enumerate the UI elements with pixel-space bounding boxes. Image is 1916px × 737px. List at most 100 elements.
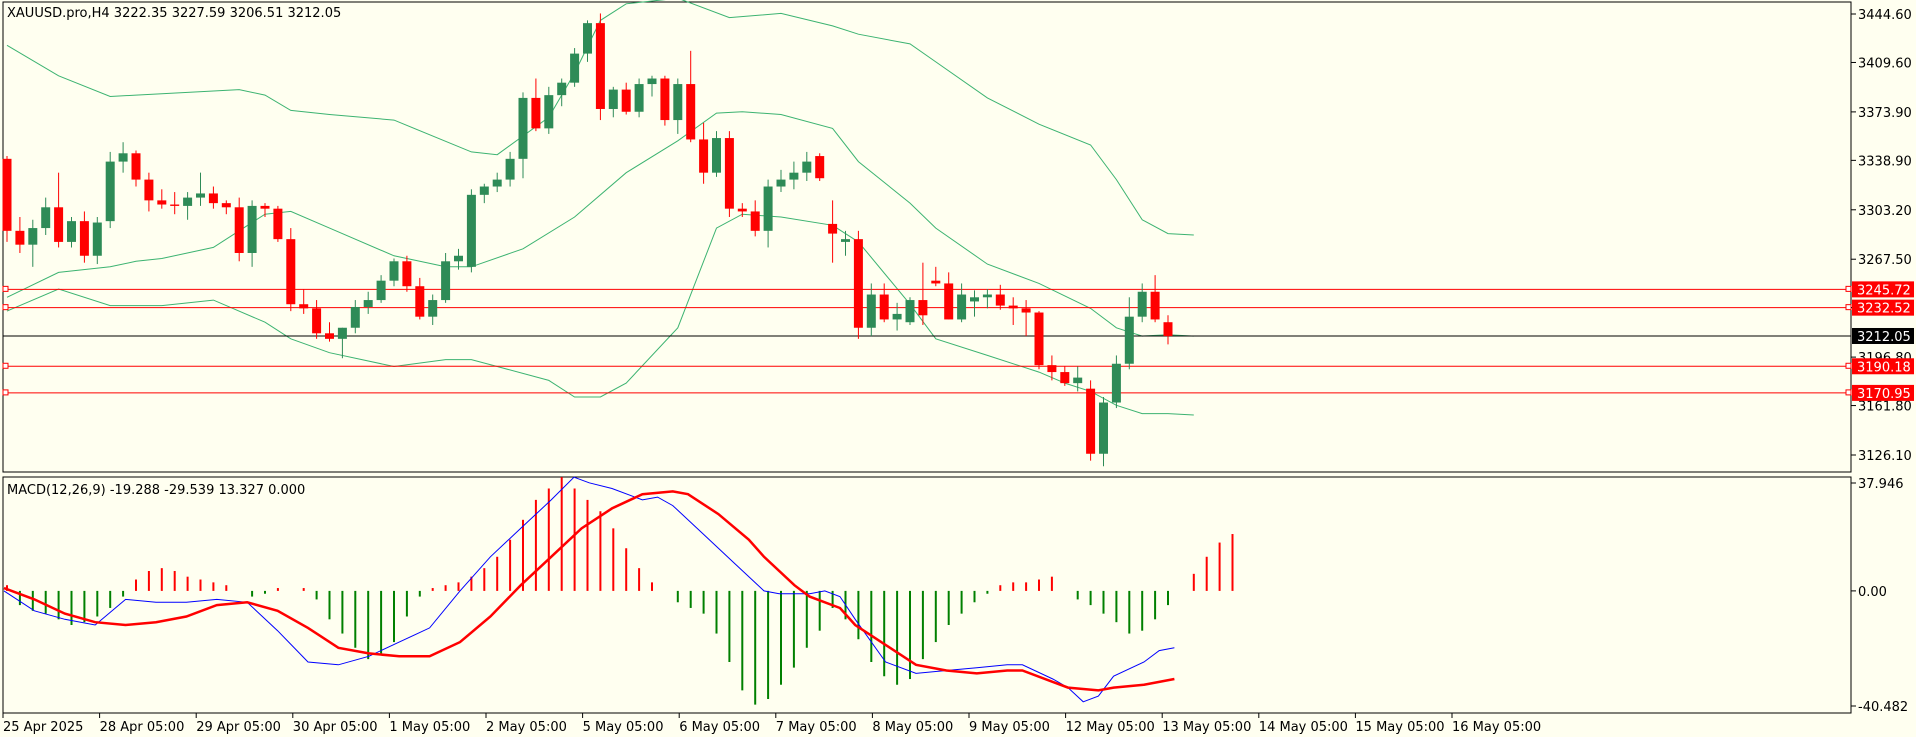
bear-candle <box>312 308 322 334</box>
bear-candle <box>299 304 309 309</box>
bear-candle <box>1047 365 1057 373</box>
bull-candle <box>196 193 205 198</box>
bull-candle <box>105 161 115 222</box>
bull-candle <box>337 327 347 339</box>
bull-candle <box>505 158 515 180</box>
price-tag-label: 3170.95 <box>1857 387 1911 402</box>
symbol-header: XAUUSD.pro,H4 3222.35 3227.59 3206.51 32… <box>7 6 341 21</box>
bear-candle <box>621 89 631 112</box>
bear-candle <box>853 239 863 328</box>
level-marker-left <box>2 285 9 292</box>
bull-candle <box>518 97 528 159</box>
bull-candle <box>905 300 915 323</box>
bear-candle <box>595 23 605 109</box>
bull-candle <box>441 261 451 301</box>
bear-candle <box>879 294 889 320</box>
bear-candle <box>325 333 334 339</box>
bull-candle <box>970 297 979 302</box>
time-tick-label: 28 Apr 05:00 <box>100 720 185 735</box>
bear-candle <box>286 239 296 305</box>
bear-candle <box>79 221 89 256</box>
bull-candle <box>389 261 399 281</box>
bear-candle <box>931 280 941 284</box>
price-tick-label: 3338.90 <box>1858 154 1912 169</box>
time-tick-label: 16 May 05:00 <box>1452 720 1541 735</box>
bear-candle <box>144 179 154 201</box>
bull-candle <box>1073 377 1083 384</box>
level-marker-right <box>1845 285 1852 292</box>
bear-candle <box>995 294 1005 306</box>
price-tick-label: 3267.50 <box>1858 253 1912 268</box>
time-tick-label: 9 May 05:00 <box>969 720 1050 735</box>
bull-candle <box>428 300 438 317</box>
bear-candle <box>686 84 696 140</box>
time-tick-label: 14 May 05:00 <box>1259 720 1348 735</box>
bull-candle <box>247 205 257 253</box>
bull-candle <box>1099 402 1108 454</box>
bull-candle <box>41 207 51 229</box>
bear-candle <box>1150 291 1160 320</box>
level-marker-right <box>1845 304 1852 311</box>
level-marker-left <box>2 304 9 311</box>
bull-candle <box>350 306 360 328</box>
price-tick-label: 3444.60 <box>1858 8 1912 23</box>
time-tick-label: 13 May 05:00 <box>1162 720 1251 735</box>
price-tick-label: 3303.20 <box>1858 204 1912 219</box>
level-marker-left <box>2 362 9 369</box>
macd-tick-label: -40.482 <box>1858 700 1908 715</box>
price-tag-label: 3245.72 <box>1857 283 1911 298</box>
time-tick-label: 12 May 05:00 <box>1066 720 1155 735</box>
bear-candle <box>737 208 747 212</box>
macd-header: MACD(12,26,9) -19.288 -29.539 13.327 0.0… <box>7 483 305 498</box>
bull-candle <box>982 294 992 298</box>
time-tick-label: 1 May 05:00 <box>389 720 470 735</box>
bull-candle <box>802 161 812 173</box>
macd-tick-label: 37.946 <box>1858 477 1904 492</box>
bull-candle <box>183 197 193 206</box>
bull-candle <box>776 179 786 187</box>
bear-candle <box>273 208 283 240</box>
bear-candle <box>221 203 231 208</box>
level-marker-right <box>1845 362 1852 369</box>
time-tick-label: 30 Apr 05:00 <box>293 720 378 735</box>
bear-candle <box>660 78 670 121</box>
bull-candle <box>789 172 799 180</box>
level-marker-left <box>2 389 9 396</box>
time-tick-label: 29 Apr 05:00 <box>196 720 281 735</box>
bull-candle <box>118 153 128 162</box>
price-tick-label: 3373.90 <box>1858 106 1912 121</box>
time-tick-label: 2 May 05:00 <box>486 720 567 735</box>
bear-candle <box>724 138 734 209</box>
bull-candle <box>28 228 38 245</box>
bull-candle <box>454 255 463 262</box>
bull-candle <box>712 138 721 173</box>
bull-candle <box>67 221 76 242</box>
bear-candle <box>918 300 928 316</box>
bear-candle <box>531 97 541 129</box>
price-tick-label: 3409.60 <box>1858 56 1912 71</box>
bull-candle <box>1124 316 1134 364</box>
bear-candle <box>260 205 270 209</box>
bear-candle <box>1060 372 1070 384</box>
time-tick-label: 6 May 05:00 <box>679 720 760 735</box>
bear-candle <box>1086 388 1096 454</box>
bull-candle <box>1137 291 1147 317</box>
bear-candle <box>1034 312 1044 366</box>
bear-candle <box>1163 322 1173 337</box>
price-tag-label: 3212.05 <box>1857 330 1911 345</box>
bull-candle <box>608 89 618 109</box>
bull-candle <box>557 82 567 96</box>
bull-candle <box>866 294 876 328</box>
time-tick-label: 8 May 05:00 <box>872 720 953 735</box>
bear-candle <box>1021 308 1031 313</box>
bull-candle <box>673 84 683 121</box>
bear-candle <box>944 283 954 320</box>
price-tag-label: 3190.18 <box>1857 360 1911 375</box>
time-tick-label: 25 Apr 2025 <box>3 720 83 735</box>
bull-candle <box>957 294 967 320</box>
main-panel-background <box>0 0 1916 737</box>
time-tick-label: 7 May 05:00 <box>776 720 857 735</box>
bear-candle <box>157 200 167 205</box>
level-marker-right <box>1845 389 1852 396</box>
bull-candle <box>763 186 773 231</box>
